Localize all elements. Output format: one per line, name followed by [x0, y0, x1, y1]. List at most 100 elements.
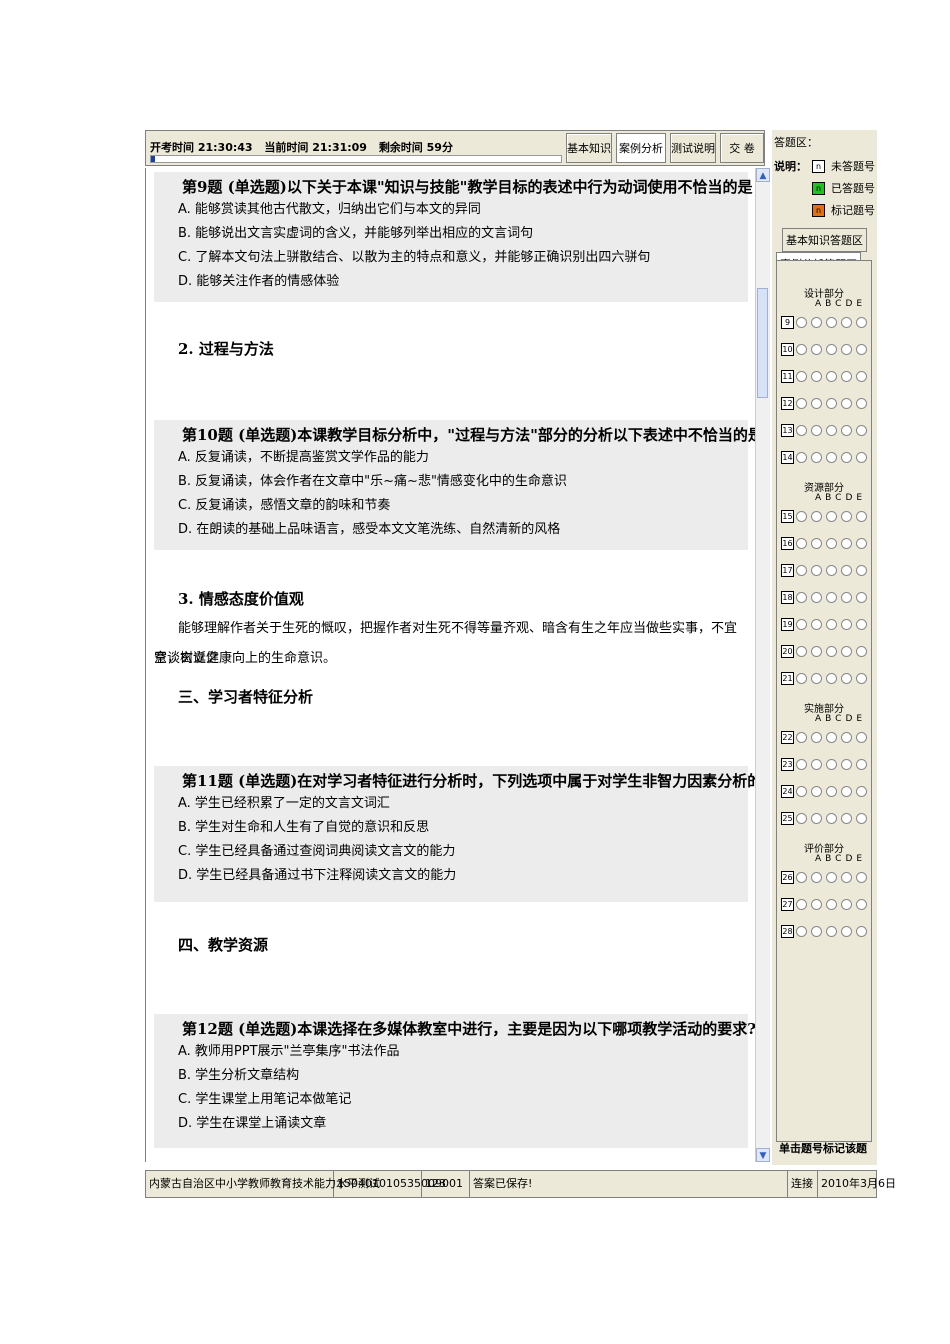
answer-radio[interactable] — [841, 591, 852, 603]
question-number-button[interactable]: 21 — [781, 671, 794, 685]
answer-radio[interactable] — [796, 871, 807, 883]
answer-radio[interactable] — [856, 898, 867, 910]
answer-radio[interactable] — [841, 343, 852, 355]
answer-radio[interactable] — [811, 316, 822, 328]
question-number-button[interactable]: 25 — [781, 811, 794, 825]
answer-radio[interactable] — [826, 898, 837, 910]
answer-radio[interactable] — [796, 731, 807, 743]
answer-radio[interactable] — [856, 343, 867, 355]
answer-radio[interactable] — [856, 785, 867, 797]
answer-radio[interactable] — [856, 812, 867, 824]
question-number-button[interactable]: 17 — [781, 563, 794, 577]
answer-radio[interactable] — [841, 451, 852, 463]
answer-radio[interactable] — [796, 672, 807, 684]
tab-basic-answers[interactable]: 基本知识答题区 — [782, 228, 867, 252]
answer-radio[interactable] — [796, 898, 807, 910]
answer-radio[interactable] — [826, 925, 837, 937]
answer-radio[interactable] — [856, 591, 867, 603]
answer-radio[interactable] — [841, 537, 852, 549]
scroll-thumb[interactable] — [757, 288, 768, 398]
answer-radio[interactable] — [841, 672, 852, 684]
answer-radio[interactable] — [856, 672, 867, 684]
answer-radio[interactable] — [796, 424, 807, 436]
answer-radio[interactable] — [811, 564, 822, 576]
answer-radio[interactable] — [841, 785, 852, 797]
question-number-button[interactable]: 16 — [781, 536, 794, 550]
answer-radio[interactable] — [856, 925, 867, 937]
answer-radio[interactable] — [796, 564, 807, 576]
question-number-button[interactable]: 11 — [781, 369, 794, 383]
content-scrollbar[interactable]: ▲ ▼ — [755, 168, 770, 1162]
test-help-button[interactable]: 测试说明 — [670, 133, 716, 163]
submit-button[interactable]: 交 卷 — [720, 133, 764, 163]
answer-radio[interactable] — [856, 510, 867, 522]
question-number-button[interactable]: 10 — [781, 342, 794, 356]
answer-radio[interactable] — [826, 785, 837, 797]
answer-radio[interactable] — [826, 343, 837, 355]
answer-radio[interactable] — [841, 397, 852, 409]
answer-radio[interactable] — [856, 424, 867, 436]
answer-radio[interactable] — [826, 537, 837, 549]
answer-radio[interactable] — [856, 871, 867, 883]
scroll-up-icon[interactable]: ▲ — [756, 168, 770, 182]
answer-radio[interactable] — [796, 785, 807, 797]
answer-radio[interactable] — [811, 424, 822, 436]
question-number-button[interactable]: 15 — [781, 509, 794, 523]
answer-radio[interactable] — [811, 591, 822, 603]
answer-radio[interactable] — [811, 510, 822, 522]
answer-radio[interactable] — [841, 731, 852, 743]
answer-radio[interactable] — [796, 758, 807, 770]
answer-radio[interactable] — [841, 925, 852, 937]
answer-radio[interactable] — [796, 343, 807, 355]
answer-radio[interactable] — [826, 645, 837, 657]
question-number-button[interactable]: 9 — [781, 315, 794, 329]
answer-radio[interactable] — [826, 510, 837, 522]
answer-radio[interactable] — [856, 451, 867, 463]
question-number-button[interactable]: 27 — [781, 897, 794, 911]
answer-radio[interactable] — [796, 645, 807, 657]
answer-radio[interactable] — [856, 645, 867, 657]
question-number-button[interactable]: 12 — [781, 396, 794, 410]
answer-radio[interactable] — [796, 591, 807, 603]
answer-radio[interactable] — [811, 758, 822, 770]
answer-radio[interactable] — [796, 925, 807, 937]
question-number-button[interactable]: 20 — [781, 644, 794, 658]
answer-radio[interactable] — [841, 564, 852, 576]
answer-radio[interactable] — [841, 871, 852, 883]
answer-radio[interactable] — [811, 898, 822, 910]
answer-radio[interactable] — [796, 812, 807, 824]
question-number-button[interactable]: 22 — [781, 730, 794, 744]
answer-radio[interactable] — [811, 731, 822, 743]
answer-radio[interactable] — [826, 871, 837, 883]
answer-radio[interactable] — [856, 370, 867, 382]
answer-radio[interactable] — [856, 316, 867, 328]
answer-radio[interactable] — [841, 758, 852, 770]
basic-knowledge-button[interactable]: 基本知识 — [566, 133, 612, 163]
question-number-button[interactable]: 26 — [781, 870, 794, 884]
answer-radio[interactable] — [826, 758, 837, 770]
scroll-down-icon[interactable]: ▼ — [756, 1148, 770, 1162]
answer-radio[interactable] — [841, 424, 852, 436]
answer-radio[interactable] — [811, 451, 822, 463]
answer-radio[interactable] — [811, 370, 822, 382]
answer-radio[interactable] — [826, 672, 837, 684]
answer-radio[interactable] — [811, 812, 822, 824]
answer-radio[interactable] — [826, 397, 837, 409]
answer-radio[interactable] — [796, 537, 807, 549]
question-number-button[interactable]: 14 — [781, 450, 794, 464]
answer-radio[interactable] — [826, 731, 837, 743]
answer-radio[interactable] — [841, 316, 852, 328]
answer-radio[interactable] — [811, 925, 822, 937]
answer-radio[interactable] — [826, 564, 837, 576]
answer-radio[interactable] — [826, 424, 837, 436]
answer-radio[interactable] — [811, 537, 822, 549]
answer-radio[interactable] — [811, 645, 822, 657]
answer-radio[interactable] — [811, 397, 822, 409]
answer-radio[interactable] — [841, 510, 852, 522]
answer-radio[interactable] — [811, 343, 822, 355]
answer-radio[interactable] — [841, 645, 852, 657]
answer-radio[interactable] — [856, 618, 867, 630]
question-number-button[interactable]: 19 — [781, 617, 794, 631]
answer-radio[interactable] — [826, 812, 837, 824]
answer-radio[interactable] — [856, 758, 867, 770]
